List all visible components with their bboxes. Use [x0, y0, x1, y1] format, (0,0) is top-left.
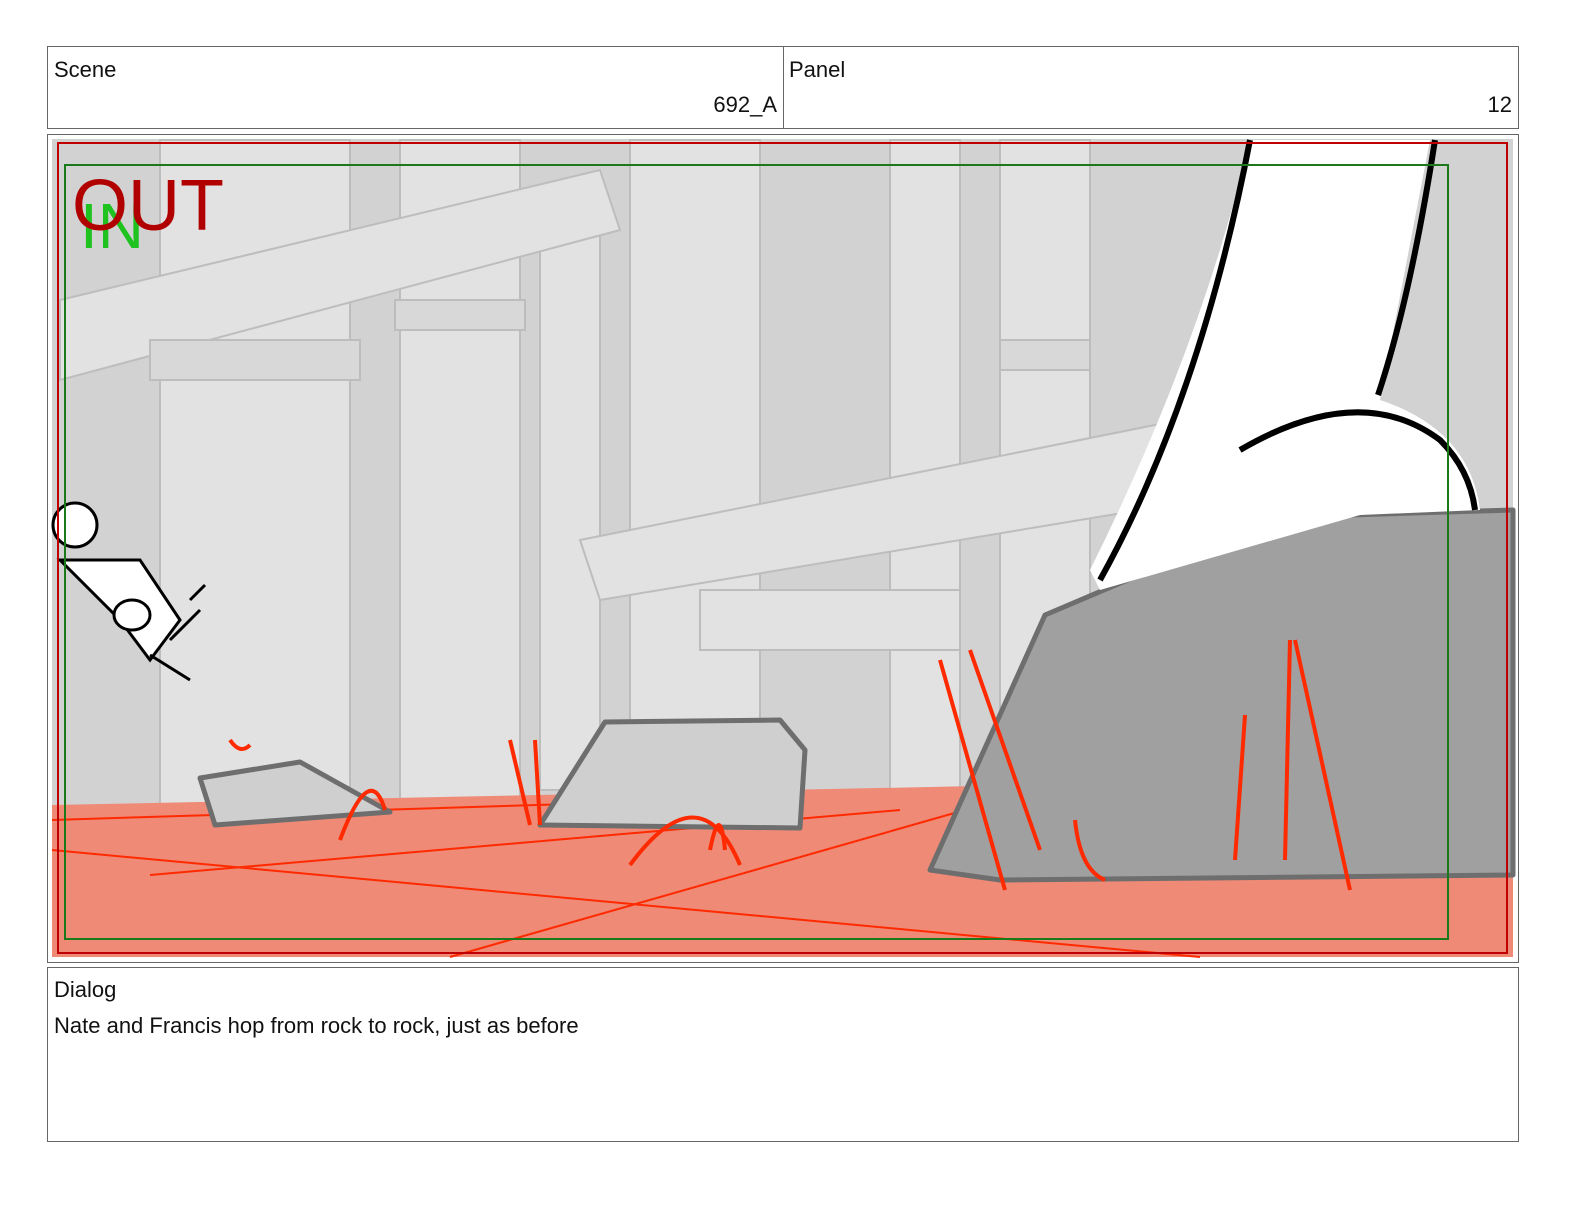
- scene-label: Scene: [54, 57, 117, 82]
- storyboard-frame: IN OUT: [47, 134, 1519, 963]
- panel-cell: Panel 12: [783, 47, 1518, 128]
- dialog-label: Dialog: [54, 977, 117, 1002]
- scene-value: 692_A: [713, 92, 777, 117]
- scene-cell: Scene 692_A: [48, 47, 784, 128]
- storyboard-image: IN OUT: [51, 139, 1516, 958]
- panel-label: Panel: [789, 57, 846, 82]
- panel-value: 12: [1487, 92, 1512, 117]
- dialog-box: Dialog Nate and Francis hop from rock to…: [47, 967, 1519, 1142]
- scene-panel-header: Scene 692_A Panel 12: [47, 46, 1519, 129]
- dialog-text: Nate and Francis hop from rock to rock, …: [54, 1013, 579, 1038]
- out-marker: OUT: [72, 166, 224, 246]
